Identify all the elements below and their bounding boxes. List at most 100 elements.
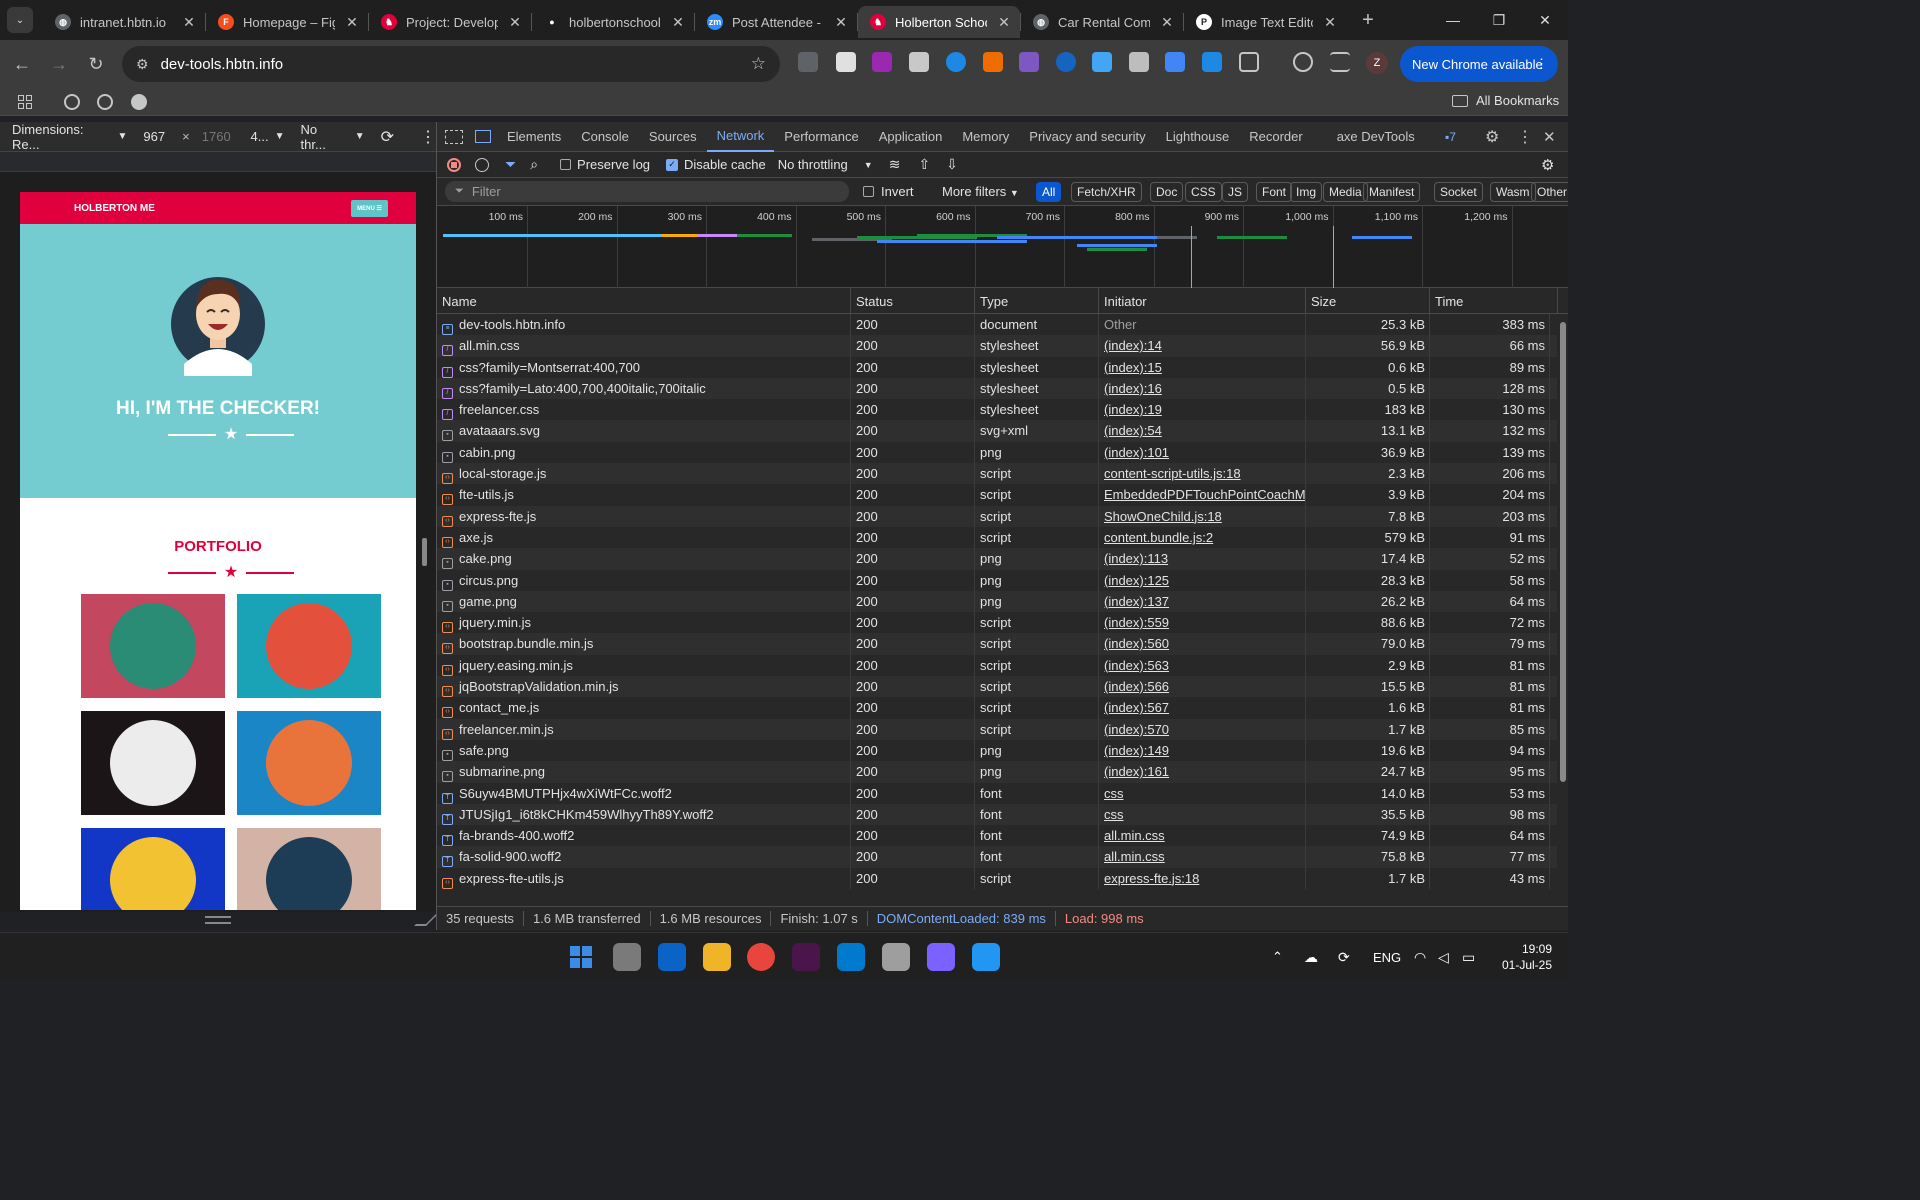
sync-icon[interactable]: ⟳ [1338, 933, 1350, 980]
menu-button[interactable]: MENU ☰ [351, 200, 388, 217]
tab-close-icon[interactable]: ✕ [181, 14, 197, 31]
filter-funnel-icon[interactable]: ⏷ [505, 156, 516, 173]
request-name[interactable]: ≡ dev-tools.hbtn.info [437, 314, 851, 336]
profile-avatar[interactable]: Z [1366, 52, 1388, 74]
corner-resize-icon[interactable] [414, 914, 438, 926]
tray-overflow-icon[interactable]: ⌃ [1272, 933, 1283, 980]
export-har-icon[interactable]: ⇩ [946, 156, 958, 173]
request-name[interactable]: ▪ submarine.png [437, 761, 851, 783]
request-row[interactable]: ≡ dev-tools.hbtn.info 200 document Other 25.3… [437, 314, 1557, 336]
portfolio-item-safe[interactable] [81, 828, 225, 910]
resize-splitter[interactable] [422, 538, 427, 566]
extension-blue-icon[interactable] [1056, 52, 1076, 72]
preserve-log-checkbox[interactable] [560, 159, 572, 170]
browser-tab[interactable]: ♞ Project: Develop ✕ [369, 6, 531, 38]
filter-type-img[interactable]: Img [1290, 182, 1323, 202]
request-name[interactable]: ‹› local-storage.js [437, 463, 851, 485]
request-row[interactable]: Tfa-brands-400.woff2 200 font all.min.css 74… [437, 825, 1557, 847]
devtools-tab-lighthouse[interactable]: Lighthouse [1156, 122, 1240, 152]
extension-t-icon[interactable] [836, 52, 856, 72]
bookmark-globe-icon[interactable] [64, 94, 80, 110]
search-icon[interactable]: ⌕ [530, 156, 538, 173]
browser-tab[interactable]: zm Post Attendee - ✕ [695, 6, 857, 38]
devtools-tab-sources[interactable]: Sources [639, 122, 707, 152]
request-name[interactable]: ▪ safe.png [437, 739, 851, 762]
request-row[interactable]: ▪ submarine.png 200 png (index):161 24.7 kB 95… [437, 761, 1557, 783]
request-row[interactable]: ▪ game.png 200 png (index):137 26.2 kB 64 ms [437, 590, 1557, 613]
rotate-icon[interactable]: ⟳ [381, 127, 394, 147]
browser-tab[interactable]: ● holbertonschool ✕ [532, 6, 694, 38]
table-scrollbar[interactable] [1557, 314, 1568, 900]
cloud-offline-icon[interactable]: ☁ [1304, 933, 1318, 980]
request-row[interactable]: T S6uyw4BMUTPHjx4wXiWtFCc.woff2 200 font css… [437, 782, 1557, 804]
request-initiator[interactable]: (index):563 [1099, 654, 1306, 677]
network-settings-icon[interactable]: ⚙ [1541, 156, 1554, 174]
width-input[interactable]: 967 [143, 129, 182, 144]
request-initiator[interactable]: css [1099, 782, 1306, 804]
request-name[interactable]: ‹› jqBootstrapValidation.min.js [437, 676, 851, 698]
extension-globe-icon[interactable] [946, 52, 966, 72]
request-row[interactable]: ▪ avataaars.svg 200 svg+xml (index):54 13.1 k… [437, 420, 1557, 442]
request-row[interactable]: ‹› freelancer.min.js 200 script (index):570 1… [437, 718, 1557, 740]
request-row[interactable]: / css?family=Montserrat:400,700 200 stylesh… [437, 356, 1557, 378]
snipping-tool-icon[interactable] [882, 943, 910, 971]
tab-search-button[interactable]: ⌄ [7, 7, 33, 33]
request-name[interactable]: T S6uyw4BMUTPHjx4wXiWtFCc.woff2 [437, 782, 851, 804]
browser-tab[interactable]: ♞ Holberton Schoo ✕ [858, 6, 1020, 38]
column-header-name[interactable]: Name [437, 288, 851, 314]
request-initiator[interactable]: (index):149 [1099, 739, 1306, 762]
request-initiator[interactable]: (index):16 [1099, 377, 1306, 400]
site-info-icon[interactable]: ⚙ [136, 56, 149, 73]
request-initiator[interactable]: express-fte.js:18 [1099, 867, 1306, 890]
request-name[interactable]: ‹› jquery.easing.min.js [437, 654, 851, 677]
devtools-tab-recorder[interactable]: Recorder [1239, 122, 1312, 152]
filter-type-css[interactable]: CSS [1185, 182, 1222, 202]
address-bar[interactable]: ⚙ dev-tools.hbtn.info ☆ [122, 46, 780, 82]
filter-type-other[interactable]: Other [1531, 182, 1568, 202]
request-row[interactable]: ▪ safe.png 200 png (index):149 19.6 kB 94 ms [437, 739, 1557, 762]
reading-list-icon[interactable] [1330, 52, 1350, 72]
request-row[interactable]: ‹› local-storage.js 200 script content-scrip… [437, 463, 1557, 485]
request-row[interactable]: ▪ cake.png 200 png (index):113 17.4 kB 52 ms [437, 548, 1557, 570]
column-header-time[interactable]: Time [1430, 288, 1558, 314]
request-row[interactable]: ‹› jquery.min.js 200 script (index):559 88.6 … [437, 612, 1557, 634]
request-name[interactable]: Tfa-brands-400.woff2 [437, 825, 851, 847]
filter-type-fetch-xhr[interactable]: Fetch/XHR [1071, 182, 1142, 202]
filter-input[interactable]: ⏷ Filter [445, 181, 849, 202]
request-name[interactable]: ‹› jquery.min.js [437, 612, 851, 634]
portfolio-item-cabin[interactable] [81, 594, 225, 698]
url-text[interactable]: dev-tools.hbtn.info [161, 56, 284, 73]
request-initiator[interactable]: (index):101 [1099, 441, 1306, 464]
request-name[interactable]: ‹› fte-utils.js [437, 484, 851, 506]
devtools-tab-performance[interactable]: Performance [774, 122, 868, 152]
browser-tab[interactable]: F Homepage – Fig ✕ [206, 6, 368, 38]
request-initiator[interactable]: (index):137 [1099, 590, 1306, 613]
request-name[interactable]: ▪ cabin.png [437, 441, 851, 464]
extension-pen-icon[interactable] [909, 52, 929, 72]
viewport-resize-handle[interactable] [205, 916, 231, 924]
browser-tab[interactable]: P Image Text Edito ✕ [1184, 6, 1346, 38]
extension-screen-icon[interactable] [1092, 52, 1112, 72]
battery-icon[interactable]: ▭ [1462, 933, 1475, 980]
request-row[interactable]: ‹› fte-utils.js 200 script EmbeddedPDFTouchP… [437, 484, 1557, 506]
start-windows-icon[interactable] [567, 943, 595, 971]
settings-gear-icon[interactable]: ⚙ [1485, 127, 1499, 147]
back-button[interactable]: ← [4, 46, 40, 82]
filter-type-all[interactable]: All [1036, 182, 1062, 202]
request-initiator[interactable]: (index):560 [1099, 633, 1306, 655]
filter-type-font[interactable]: Font [1256, 182, 1293, 202]
volume-icon[interactable]: ◁ [1438, 933, 1449, 980]
request-name[interactable]: / css?family=Lato:400,700,400italic,700it… [437, 377, 851, 400]
devtools-tab-axe-devtools[interactable]: axe DevTools [1327, 122, 1425, 152]
camera-icon[interactable] [1129, 52, 1149, 72]
request-name[interactable]: ‹› express-fte-utils.js [437, 867, 851, 890]
request-row[interactable]: ‹› express-fte-utils.js 200 script express-f… [437, 867, 1557, 890]
record-stop-icon[interactable] [447, 157, 461, 172]
devtools-tab-privacy-and-security[interactable]: Privacy and security [1019, 122, 1155, 152]
column-header-type[interactable]: Type [975, 288, 1099, 314]
filter-type-js[interactable]: JS [1222, 182, 1249, 202]
request-name[interactable]: ‹› bootstrap.bundle.min.js [437, 633, 851, 655]
portfolio-item-circus[interactable] [81, 711, 225, 815]
performance-icon[interactable] [1293, 52, 1313, 72]
extension-feather-icon[interactable] [1019, 52, 1039, 72]
